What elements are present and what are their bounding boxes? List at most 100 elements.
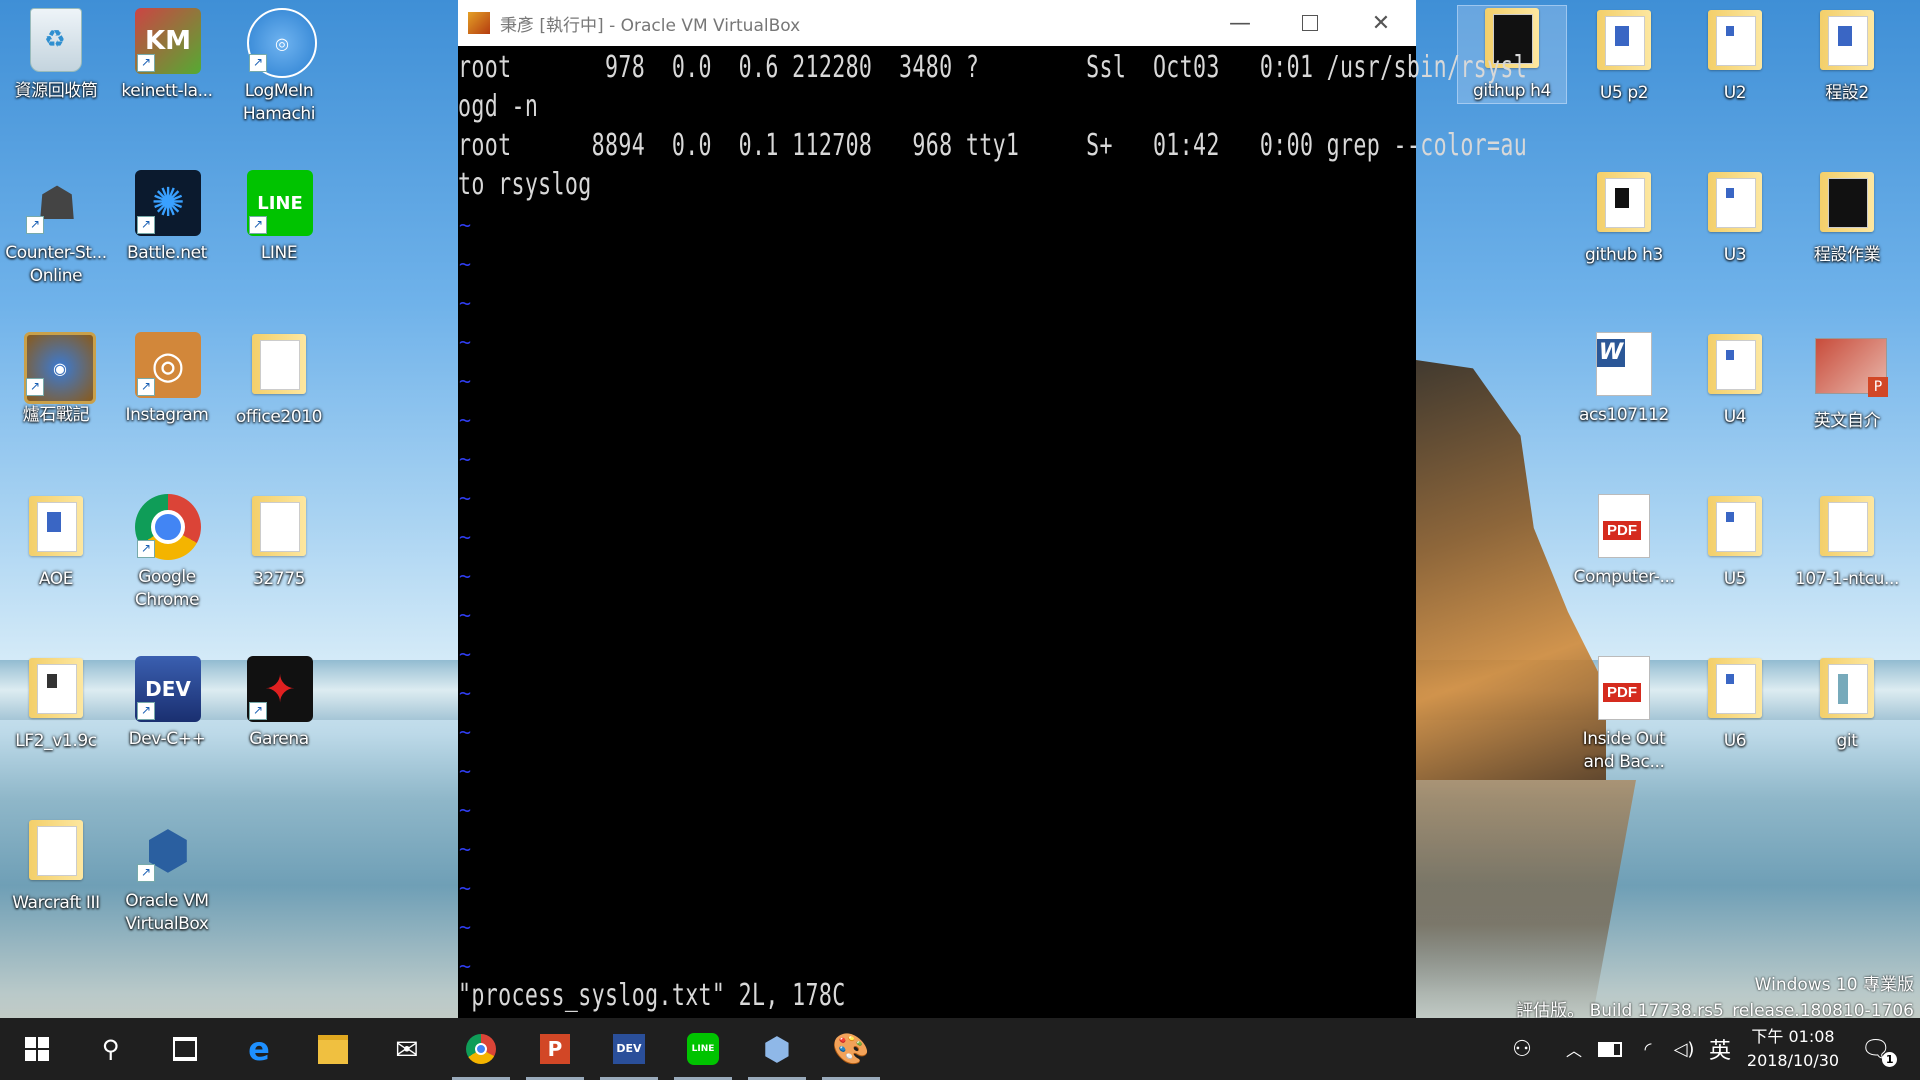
hearthstone-icon: ◉ ↗ <box>24 332 96 404</box>
virtualbox-app-icon <box>468 12 490 34</box>
desktop-icon-hearthstone[interactable]: ◉ ↗ 爐石戰記 <box>2 332 110 427</box>
virtualbox-icon: ⬢ <box>763 1030 791 1068</box>
dev-cpp-icon: DEV <box>613 1034 645 1064</box>
vim-empty-line-marker: ~ <box>459 369 472 393</box>
desktop-icon-english-intro[interactable]: P 英文自介 <box>1793 332 1901 433</box>
desktop-icon-program-design-2[interactable]: 程設2 <box>1793 8 1901 105</box>
action-center-button[interactable]: 🗨 1 <box>1846 1018 1906 1080</box>
dev-cpp-icon: DEV ↗ <box>135 656 201 722</box>
desktop-icon-u6[interactable]: U6 <box>1681 656 1789 753</box>
desktop-icon-counter-strike[interactable]: ☗ ↗ Counter-St... Online <box>2 170 110 288</box>
vim-empty-line-marker: ~ <box>459 213 472 237</box>
desktop-icon-u2[interactable]: U2 <box>1681 8 1789 105</box>
folder-icon <box>1815 10 1879 74</box>
ime-indicator[interactable]: 英 <box>1702 1018 1738 1080</box>
desktop-icon-u5[interactable]: U5 <box>1681 494 1789 591</box>
vim-empty-line-marker: ~ <box>459 291 472 315</box>
vim-empty-line-marker: ~ <box>459 798 472 822</box>
minimize-button[interactable]: — <box>1205 0 1275 46</box>
taskbar-chrome[interactable] <box>444 1018 518 1080</box>
people-button[interactable]: ⚇ <box>1500 1018 1544 1080</box>
terminal-line: to rsyslog <box>458 167 592 202</box>
vim-empty-line-marker: ~ <box>459 681 472 705</box>
volume-button[interactable]: ◁) <box>1666 1018 1702 1080</box>
powerpoint-icon: P <box>540 1034 570 1064</box>
desktop-icon-garena[interactable]: ✦ ↗ Garena <box>225 656 333 751</box>
taskbar: ⚲ e ✉ P DEV LINE ⬢ 🎨 ⚇ ︿ ◜ ◁) 英 下午 01:08… <box>0 1018 1920 1080</box>
desktop-icon-line[interactable]: LINE ↗ LINE <box>225 170 333 265</box>
keinett-icon: KM ↗ <box>135 8 201 74</box>
battery-button[interactable] <box>1592 1018 1628 1080</box>
desktop-icon-office2010[interactable]: office2010 <box>225 332 333 429</box>
desktop-icon-virtualbox[interactable]: ⬢ ↗ Oracle VM VirtualBox <box>113 818 221 936</box>
file-explorer-icon <box>318 1034 348 1064</box>
start-icon <box>25 1037 49 1061</box>
folder-icon <box>247 496 311 560</box>
desktop-icon-program-homework[interactable]: 程設作業 <box>1793 170 1901 267</box>
clock-time: 下午 01:08 <box>1751 1027 1835 1046</box>
folder-icon <box>1703 334 1767 398</box>
desktop-icon-battlenet[interactable]: ✺ ↗ Battle.net <box>113 170 221 265</box>
show-hidden-icons-button[interactable]: ︿ <box>1556 1018 1592 1080</box>
desktop-icon-u5-p2[interactable]: U5 p2 <box>1570 8 1678 105</box>
desktop-icon-google-chrome[interactable]: ↗ Google Chrome <box>113 494 221 612</box>
desktop-icon-u4[interactable]: U4 <box>1681 332 1789 429</box>
desktop-icon-lf2[interactable]: LF2_v1.9c <box>2 656 110 753</box>
people-icon: ⚇ <box>1512 1036 1532 1062</box>
vim-empty-line-marker: ~ <box>459 876 472 900</box>
vm-console-screen[interactable]: root 978 0.0 0.6 212280 3480 ? Ssl Oct03… <box>458 46 1527 1018</box>
task-view-button[interactable] <box>148 1018 222 1080</box>
maximize-icon <box>1302 15 1318 31</box>
word-document-icon: W <box>1592 332 1656 396</box>
windows-edition-watermark: Windows 10 專業版 <box>1754 975 1914 995</box>
wallpaper-cliff-reflection <box>1416 780 1636 1020</box>
desktop-icon-32775[interactable]: 32775 <box>225 494 333 591</box>
desktop-icon-acs107112[interactable]: W acs107112 <box>1570 332 1678 427</box>
window-title-bar[interactable]: 秉彥 [執行中] - Oracle VM VirtualBox — ✕ <box>458 0 1416 46</box>
maximize-button[interactable] <box>1275 0 1345 46</box>
folder-icon <box>24 658 88 722</box>
desktop-icon-107-1-ntcu[interactable]: 107-1-ntcu... <box>1793 494 1901 591</box>
chrome-icon: ↗ <box>135 494 201 560</box>
desktop-icon-recycle-bin[interactable]: 資源回收筒 <box>2 8 110 103</box>
taskbar-line[interactable]: LINE <box>666 1018 740 1080</box>
vim-empty-line-marker: ~ <box>459 642 472 666</box>
folder-icon <box>1703 172 1767 236</box>
vim-empty-line-marker: ~ <box>459 720 472 744</box>
desktop-icon-warcraft3[interactable]: Warcraft III <box>2 818 110 915</box>
desktop-icon-u3[interactable]: U3 <box>1681 170 1789 267</box>
clock[interactable]: 下午 01:08 2018/10/30 <box>1738 1025 1848 1073</box>
desktop-icon-computer-pdf[interactable]: PDF Computer-... <box>1570 494 1678 589</box>
desktop-icon-instagram[interactable]: ◎ ↗ Instagram <box>113 332 221 427</box>
network-button[interactable]: ◜ <box>1630 1018 1666 1080</box>
terminal-line: root 978 0.0 0.6 212280 3480 ? Ssl Oct03… <box>458 50 1528 85</box>
counter-strike-icon: ☗ ↗ <box>24 170 88 234</box>
desktop-icon-github-h3[interactable]: github h3 <box>1570 170 1678 267</box>
vim-empty-line-marker: ~ <box>459 408 472 432</box>
virtualbox-window[interactable]: 秉彥 [執行中] - Oracle VM VirtualBox — ✕ root… <box>458 0 1527 1018</box>
desktop-icon-git[interactable]: git <box>1793 656 1901 753</box>
taskbar-virtualbox[interactable]: ⬢ <box>740 1018 814 1080</box>
vim-empty-line-marker: ~ <box>459 486 472 510</box>
start-button[interactable] <box>0 1018 74 1080</box>
vim-empty-line-marker: ~ <box>459 915 472 939</box>
taskbar-file-explorer[interactable] <box>296 1018 370 1080</box>
folder-icon <box>1815 658 1879 722</box>
search-button[interactable]: ⚲ <box>74 1018 148 1080</box>
folder-icon <box>1703 496 1767 560</box>
hamachi-icon: ◎ ↗ <box>247 8 317 78</box>
volume-icon: ◁) <box>1673 1038 1695 1060</box>
taskbar-paint[interactable]: 🎨 <box>814 1018 888 1080</box>
battery-icon <box>1598 1041 1622 1057</box>
taskbar-dev-cpp[interactable]: DEV <box>592 1018 666 1080</box>
folder-icon <box>1703 658 1767 722</box>
desktop-icon-dev-cpp[interactable]: DEV ↗ Dev-C++ <box>113 656 221 751</box>
desktop-icon-hamachi[interactable]: ◎ ↗ LogMeIn Hamachi <box>225 8 333 126</box>
close-button[interactable]: ✕ <box>1346 0 1416 46</box>
taskbar-powerpoint[interactable]: P <box>518 1018 592 1080</box>
taskbar-mail[interactable]: ✉ <box>370 1018 444 1080</box>
desktop-icon-keinett[interactable]: KM ↗ keinett-la... <box>113 8 221 103</box>
desktop-icon-aoe[interactable]: AOE <box>2 494 110 591</box>
taskbar-edge[interactable]: e <box>222 1018 296 1080</box>
desktop-icon-inside-out-pdf[interactable]: PDF Inside Out and Bac... <box>1570 656 1678 774</box>
